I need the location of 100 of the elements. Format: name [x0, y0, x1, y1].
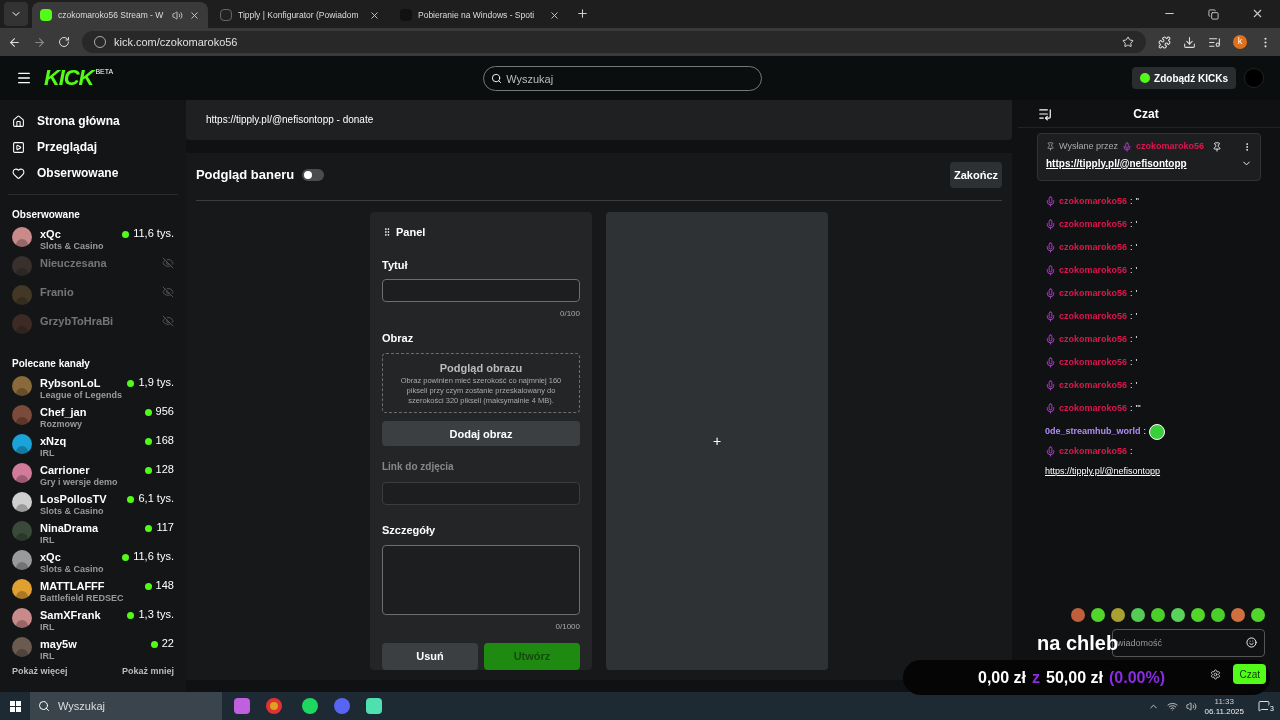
channel-item[interactable]: MATTLAFFF 148 Battlefield REDSEC	[0, 578, 186, 605]
app-icon[interactable]	[366, 698, 382, 714]
new-tab-icon[interactable]	[576, 7, 589, 20]
tab-title: czokomaroko56 Stream - W	[58, 8, 165, 22]
browser-tab[interactable]: Pobieranie na Windows - Spoti	[392, 2, 568, 28]
channel-item[interactable]: SamXFrank 1,3 tys. IRL	[0, 607, 186, 634]
close-icon[interactable]	[549, 9, 560, 21]
chat-username[interactable]: czokomaroko56	[1059, 400, 1128, 417]
emote-icon[interactable]	[1131, 608, 1145, 622]
discord-icon[interactable]	[334, 698, 350, 714]
channel-name: xQc	[40, 227, 61, 241]
nav-item[interactable]: Strona główna	[0, 108, 186, 134]
channel-name: GrzybToHraBi	[40, 314, 114, 328]
channel-item[interactable]: NinaDrama 117 IRL	[0, 520, 186, 547]
details-field[interactable]	[382, 544, 580, 615]
chrome-icon[interactable]	[266, 698, 282, 714]
channel-item[interactable]: xQc 11,6 tys. Slots & Casino	[0, 549, 186, 576]
emoji-icon[interactable]	[1246, 637, 1257, 648]
menu-icon[interactable]	[16, 70, 32, 86]
chat-username[interactable]: czokomaroko56	[1059, 354, 1128, 371]
audio-icon[interactable]	[172, 9, 183, 21]
show-less-link[interactable]: Pokaż mniej	[121, 665, 174, 679]
kick-logo[interactable]: KICK	[44, 67, 94, 89]
close-icon[interactable]	[189, 9, 200, 21]
channel-name: RybsonLoL	[40, 376, 101, 390]
copilot-icon[interactable]	[234, 698, 250, 714]
emote-icon[interactable]	[1071, 608, 1085, 622]
show-more-link[interactable]: Pokaż więcej	[12, 665, 68, 679]
address-bar[interactable]: kick.com/czokomaroko56	[82, 31, 1146, 53]
spotify-icon[interactable]	[302, 698, 318, 714]
search-field[interactable]: Wyszukaj	[483, 66, 763, 91]
favicon-icon	[220, 9, 232, 21]
channel-item[interactable]: LosPollosTV 6,1 tys. Slots & Casino	[0, 491, 186, 518]
close-icon[interactable]	[369, 9, 380, 21]
emote-icon[interactable]	[1211, 608, 1225, 622]
channel-name: may5w	[40, 637, 77, 651]
chat-username[interactable]: czokomaroko56	[1059, 262, 1128, 279]
add-panel-button[interactable]: +	[606, 212, 828, 670]
chat-username[interactable]: czokomaroko56	[1059, 308, 1128, 325]
chat-username[interactable]: czokomaroko56	[1059, 285, 1128, 302]
chat-username[interactable]: czokomaroko56	[1059, 331, 1128, 348]
chat-username[interactable]: 0de_streamhub_world	[1045, 423, 1141, 440]
emote-icon[interactable]	[1091, 608, 1105, 622]
volume-icon[interactable]	[1185, 700, 1197, 712]
send-chat-button[interactable]: Czat	[1233, 664, 1266, 684]
channel-name: Chef_jan	[40, 405, 87, 419]
taskbar-search[interactable]: Wyszukaj	[30, 692, 222, 720]
chat-username[interactable]: czokomaroko56	[1059, 377, 1128, 394]
clock-date: 06.11.2025	[1204, 707, 1244, 717]
tab-search-button[interactable]	[4, 2, 28, 26]
emote-icon[interactable]	[1251, 608, 1265, 622]
channel-item[interactable]: may5w 22 IRL	[0, 636, 186, 663]
browser-tab[interactable]: Tipply | Konfigurator (Powiadom	[212, 2, 388, 28]
emote-icon[interactable]	[1151, 608, 1165, 622]
get-kicks-button[interactable]: Zdobądź KICKs	[1132, 67, 1236, 89]
channel-item[interactable]: RybsonLoL 1,9 tys. League of Legends	[0, 375, 186, 402]
forward-icon[interactable]	[33, 35, 46, 49]
restore-icon[interactable]	[1208, 9, 1219, 20]
nav-item[interactable]: Obserwowane	[0, 160, 186, 186]
chat-username[interactable]: czokomaroko56	[1059, 239, 1128, 256]
reload-icon[interactable]	[58, 36, 70, 48]
emote-icon[interactable]	[1231, 608, 1245, 622]
finish-button[interactable]: Zakończ	[950, 162, 1002, 188]
emote-icon[interactable]	[1111, 608, 1125, 622]
back-icon[interactable]	[8, 35, 21, 49]
pinned-link[interactable]: https://tipply.pl/@nefisontopp	[1046, 155, 1187, 171]
channel-item[interactable]: xQc 11,6 tys. Slots & Casino	[0, 226, 186, 253]
message-link[interactable]: https://tipply.pl/@nefisontopp	[1045, 466, 1161, 476]
preview-toggle[interactable]	[302, 169, 325, 181]
emote-icon[interactable]	[1191, 608, 1205, 622]
chat-username[interactable]: czokomaroko56	[1059, 193, 1128, 210]
delete-button[interactable]: Usuń	[382, 643, 478, 670]
nav-item[interactable]: Przeglądaj	[0, 134, 186, 160]
image-link-field[interactable]	[382, 482, 580, 506]
collapse-icon[interactable]	[1038, 106, 1052, 121]
browser-tab[interactable]: czokomaroko56 Stream - W	[32, 2, 208, 28]
message-text: ''	[1135, 195, 1139, 208]
viewer-count: 168	[155, 434, 174, 448]
title-field[interactable]	[382, 279, 580, 302]
channel-name: SamXFrank	[40, 608, 101, 622]
network-icon[interactable]	[1166, 700, 1178, 712]
chat-username[interactable]: czokomaroko56	[1059, 443, 1128, 460]
chat-username[interactable]: czokomaroko56	[1059, 216, 1128, 233]
media-icon[interactable]	[1208, 35, 1221, 49]
add-image-button[interactable]: Dodaj obraz	[382, 421, 580, 447]
field-label: Obraz	[382, 331, 415, 346]
settings-icon[interactable]	[1210, 668, 1222, 680]
download-icon[interactable]	[1183, 35, 1196, 49]
emote-icon[interactable]	[1171, 608, 1185, 622]
nav-icon	[12, 166, 25, 180]
nav-label: Strona główna	[37, 113, 120, 130]
channel-item[interactable]: Chef_jan 956 Rozmowy	[0, 404, 186, 431]
unpin-icon[interactable]	[1212, 141, 1222, 152]
extensions-icon[interactable]	[1158, 35, 1171, 49]
channel-name: Nieuczesana	[40, 256, 107, 270]
bookmark-icon[interactable]	[1122, 36, 1134, 48]
channel-item[interactable]: xNzq 168 IRL	[0, 433, 186, 460]
channel-item[interactable]: Carrioner 128 Gry i wersje demo	[0, 462, 186, 489]
close-icon[interactable]	[1251, 7, 1264, 20]
drag-handle-icon[interactable]	[382, 227, 392, 238]
